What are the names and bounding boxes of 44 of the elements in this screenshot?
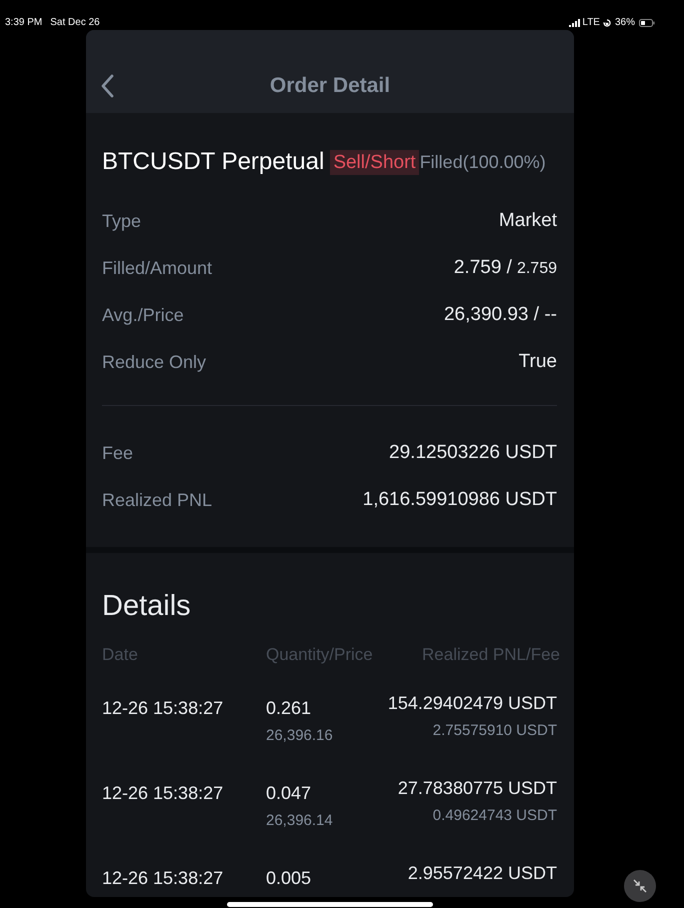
field-value: 1,616.59910986 USDT	[362, 488, 557, 512]
field-value: 2.759 /	[454, 256, 512, 280]
quantity-cell-text: 0.005	[266, 867, 312, 890]
field-label: Reduce Only	[102, 351, 206, 374]
order-symbol: BTCUSDT Perpetual	[102, 147, 324, 177]
page-title: Order Detail	[270, 72, 390, 98]
inward-arrows-icon	[633, 879, 647, 893]
field-value: True	[518, 350, 557, 374]
field-label: Filled/Amount	[102, 257, 212, 280]
field-value: 29.12503226 USDT	[389, 441, 557, 466]
fee-cell-text: 2.75575910 USDT	[432, 721, 557, 741]
field-value: 26,390.93 / --	[444, 303, 557, 328]
network-label: LTE	[582, 17, 600, 29]
pnl-cell-text: 27.78380775 USDT	[398, 777, 557, 800]
minimize-button[interactable]	[624, 870, 656, 902]
status-time: 3:39 PM	[5, 17, 42, 29]
pnl-cell-text: 154.29402479 USDT	[388, 692, 557, 715]
pnl-cell-text: 2.95572422 USDT	[408, 862, 557, 885]
quantity-cell-text: 0.261	[266, 697, 312, 720]
fee-cell-text: 0.49624743 USDT	[432, 806, 557, 826]
status-date: Sat Dec 26	[50, 17, 100, 29]
field-label: Realized PNL	[102, 489, 212, 512]
field-label: Avg./Price	[102, 304, 184, 327]
date-cell-text: 12-26 15:38:27	[102, 782, 224, 805]
side-badge: Sell/Short	[330, 150, 419, 174]
price-cell-text: 26,396.14	[266, 811, 333, 831]
battery-percent: 36%	[614, 17, 635, 29]
order-status: Filled(100.00%)	[420, 150, 546, 174]
date-cell-text: 12-26 15:38:27	[102, 867, 224, 890]
battery-icon	[639, 19, 655, 27]
signal-icon	[569, 19, 580, 27]
rotation-lock-icon	[602, 19, 611, 27]
field-value: 2.759	[516, 259, 557, 280]
field-label: Fee	[102, 442, 134, 465]
field-value: Market	[498, 209, 557, 234]
chevron-left-icon	[100, 74, 114, 98]
section-title: Details	[102, 589, 191, 624]
field-label: Type	[102, 210, 142, 233]
quantity-cell-text: 0.047	[266, 782, 312, 805]
column-header: Realized PNL/Fee	[422, 644, 560, 666]
column-header: Quantity/Price	[266, 644, 373, 666]
price-cell-text: 26,396.16	[266, 726, 333, 746]
column-header: Date	[102, 644, 138, 666]
date-cell-text: 12-26 15:38:27	[102, 697, 224, 720]
